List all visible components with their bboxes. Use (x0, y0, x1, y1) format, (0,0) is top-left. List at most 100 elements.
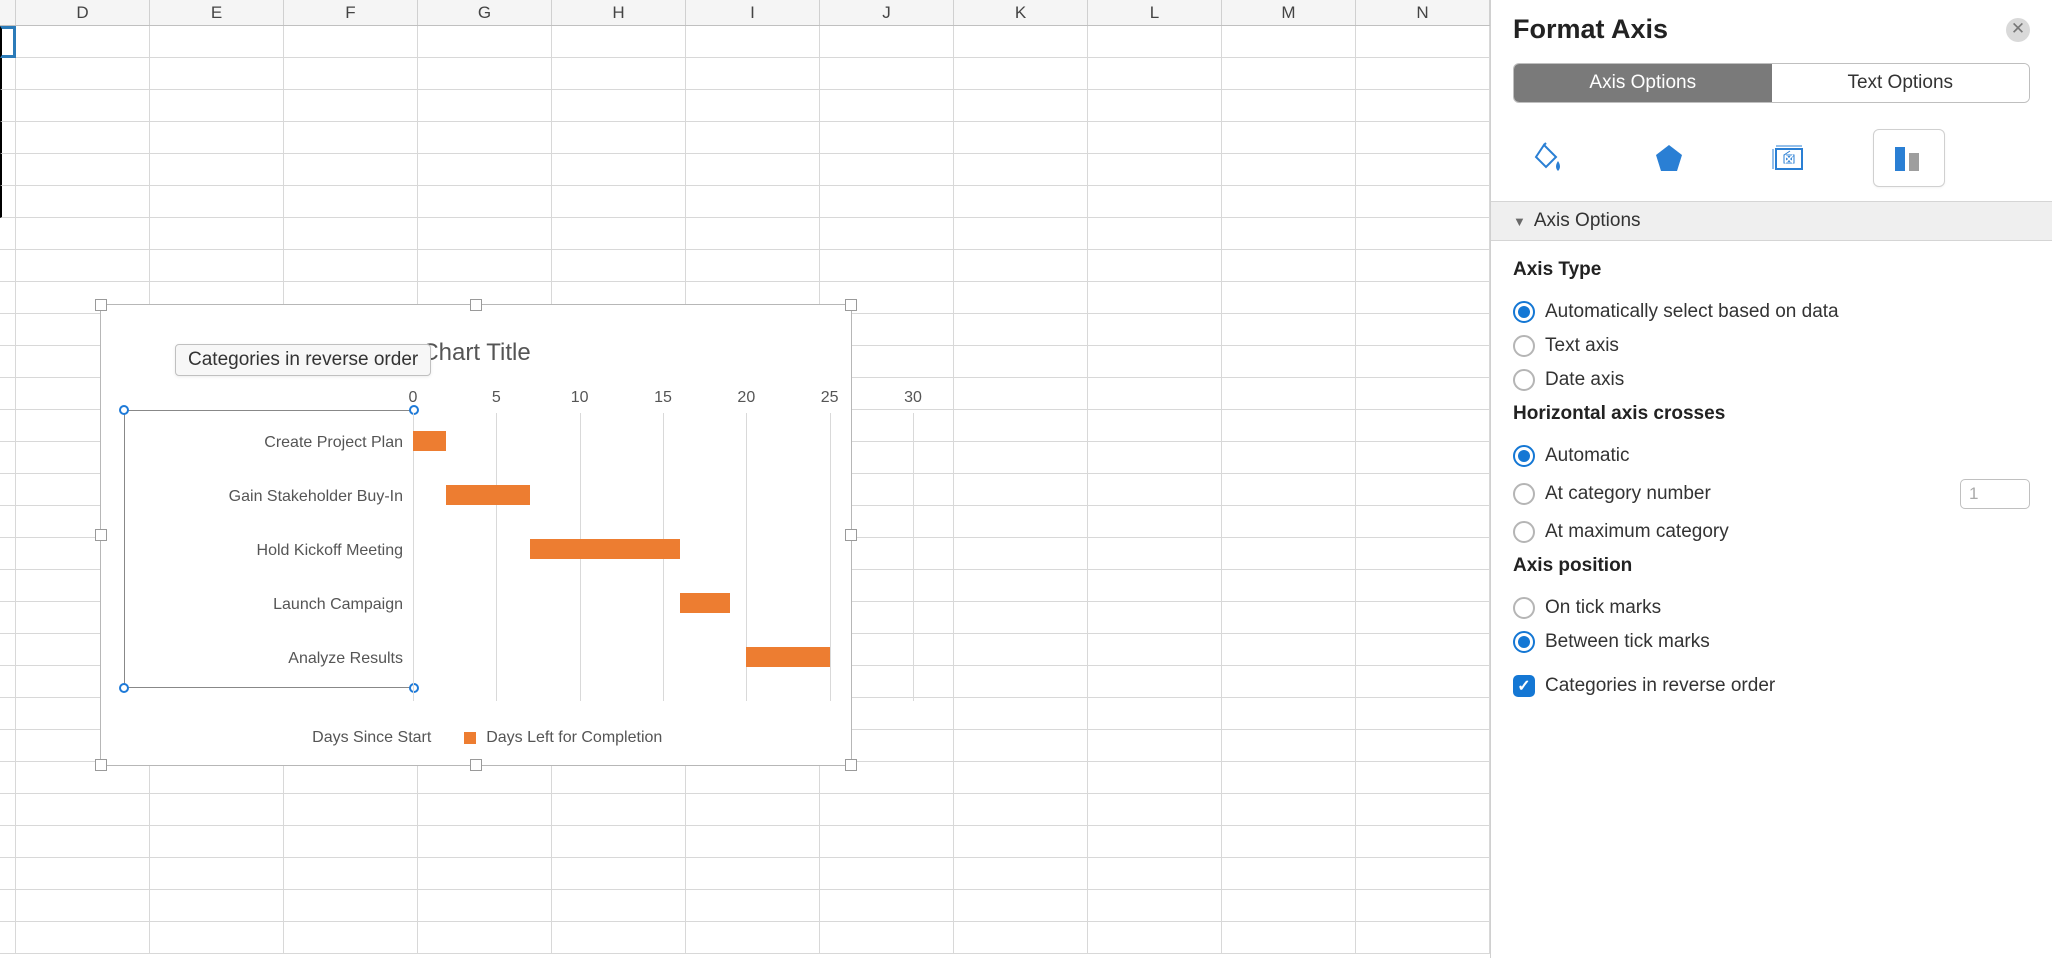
close-panel-button[interactable]: ✕ (2006, 18, 2030, 42)
size-properties-tab[interactable] (1753, 129, 1825, 187)
cell[interactable] (1088, 698, 1222, 730)
cell[interactable] (1222, 90, 1356, 122)
cell[interactable] (0, 506, 16, 538)
cell[interactable] (954, 90, 1088, 122)
cell[interactable] (1222, 122, 1356, 154)
cell[interactable] (686, 58, 820, 90)
cell[interactable] (1088, 730, 1222, 762)
cell[interactable] (552, 122, 686, 154)
cell[interactable] (0, 890, 16, 922)
cell[interactable] (1088, 922, 1222, 954)
cell[interactable] (686, 794, 820, 826)
effects-tab[interactable] (1633, 129, 1705, 187)
cell[interactable] (284, 858, 418, 890)
cell[interactable] (954, 858, 1088, 890)
cell[interactable] (418, 922, 552, 954)
cell[interactable] (1356, 282, 1490, 314)
cell[interactable] (418, 186, 552, 218)
cell[interactable] (552, 826, 686, 858)
axis-options-tab[interactable]: Axis Options (1514, 64, 1772, 102)
cell[interactable] (284, 186, 418, 218)
crosses-automatic-radio[interactable]: Automatic (1513, 439, 2030, 473)
cell[interactable] (552, 26, 686, 58)
cell[interactable] (1222, 410, 1356, 442)
cell[interactable] (954, 154, 1088, 186)
cell[interactable] (1088, 346, 1222, 378)
cell[interactable] (284, 762, 418, 794)
cell[interactable] (0, 26, 16, 58)
cell[interactable] (820, 186, 954, 218)
cell[interactable] (1222, 698, 1356, 730)
cell[interactable] (1356, 538, 1490, 570)
cell[interactable] (284, 218, 418, 250)
cell[interactable] (954, 250, 1088, 282)
cell[interactable] (150, 26, 284, 58)
cell[interactable] (150, 794, 284, 826)
cell[interactable] (1088, 154, 1222, 186)
cell[interactable] (284, 122, 418, 154)
cell[interactable] (1088, 634, 1222, 666)
cell[interactable] (1088, 218, 1222, 250)
cell[interactable] (1356, 922, 1490, 954)
cell[interactable] (1222, 570, 1356, 602)
cell[interactable] (1222, 314, 1356, 346)
cell[interactable] (820, 58, 954, 90)
cell[interactable] (1088, 58, 1222, 90)
cell[interactable] (1222, 218, 1356, 250)
cell[interactable] (552, 218, 686, 250)
cell[interactable] (0, 186, 16, 218)
cell[interactable] (820, 794, 954, 826)
cell[interactable] (0, 474, 16, 506)
cell[interactable] (1088, 794, 1222, 826)
cell[interactable] (16, 762, 150, 794)
cell[interactable] (16, 90, 150, 122)
cell[interactable] (1088, 890, 1222, 922)
cell[interactable] (1222, 794, 1356, 826)
cell[interactable] (16, 858, 150, 890)
cell[interactable] (150, 122, 284, 154)
legend-item[interactable]: Days Since Start (290, 729, 432, 747)
cell[interactable] (820, 762, 954, 794)
crosses-at-category-radio[interactable]: At category number (1513, 473, 2030, 515)
col-header[interactable]: D (16, 0, 150, 25)
cell[interactable] (284, 250, 418, 282)
cell[interactable] (686, 890, 820, 922)
cell[interactable] (1222, 762, 1356, 794)
cell[interactable] (1222, 442, 1356, 474)
cell[interactable] (1356, 506, 1490, 538)
cell[interactable] (954, 634, 1088, 666)
cell[interactable] (954, 666, 1088, 698)
cell[interactable] (150, 154, 284, 186)
col-header[interactable]: J (820, 0, 954, 25)
cell[interactable] (1088, 314, 1222, 346)
cell[interactable] (820, 890, 954, 922)
axis-type-date-radio[interactable]: Date axis (1513, 363, 2030, 397)
cell[interactable] (0, 922, 16, 954)
cell[interactable] (150, 858, 284, 890)
cell[interactable] (552, 154, 686, 186)
cell[interactable] (0, 250, 16, 282)
cell[interactable] (686, 762, 820, 794)
cell[interactable] (1222, 634, 1356, 666)
cell[interactable] (16, 826, 150, 858)
cell[interactable] (820, 250, 954, 282)
cell[interactable] (552, 186, 686, 218)
data-bar[interactable] (746, 647, 829, 667)
cell[interactable] (954, 538, 1088, 570)
data-bar[interactable] (446, 485, 529, 505)
cell[interactable] (150, 890, 284, 922)
cell[interactable] (1356, 90, 1490, 122)
cell[interactable] (1088, 90, 1222, 122)
cell[interactable] (284, 890, 418, 922)
cell[interactable] (150, 922, 284, 954)
cell[interactable] (1222, 922, 1356, 954)
cell[interactable] (1222, 186, 1356, 218)
cell[interactable] (0, 218, 16, 250)
cell[interactable] (954, 122, 1088, 154)
cell[interactable] (284, 826, 418, 858)
cell[interactable] (820, 154, 954, 186)
cell[interactable] (686, 186, 820, 218)
cell[interactable] (1088, 282, 1222, 314)
cell[interactable] (1356, 410, 1490, 442)
cell[interactable] (686, 122, 820, 154)
